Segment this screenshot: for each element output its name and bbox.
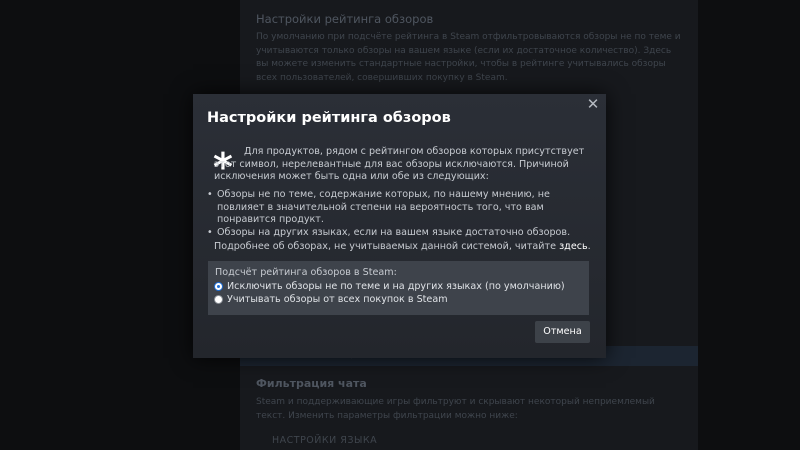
close-icon[interactable]: ✕ — [586, 96, 600, 112]
learn-more-suffix: . — [587, 241, 591, 252]
dialog-title: Настройки рейтинга обзоров — [207, 110, 451, 126]
list-item: • Обзоры не по теме, содержание которых,… — [207, 189, 599, 227]
option-label: Учитывать обзоры от всех покупок в Steam — [227, 294, 448, 305]
chat-filter-title: Фильтрация чата — [256, 377, 367, 390]
list-item-text: Обзоры на других языках, если на вашем я… — [217, 226, 571, 238]
review-score-settings-dialog: ✕ Настройки рейтинга обзоров * Для проду… — [193, 94, 606, 358]
list-item: • Обзоры на других языках, если на вашем… — [207, 227, 599, 240]
background-section-title: Настройки рейтинга обзоров — [256, 12, 434, 26]
option-include-all[interactable]: Учитывать обзоры от всех покупок в Steam — [214, 294, 448, 305]
dialog-intro-text: Для продуктов, рядом с рейтингом обзоров… — [214, 146, 585, 182]
language-settings-heading: НАСТРОЙКИ ЯЗЫКА — [272, 435, 378, 446]
list-item-text: Обзоры не по теме, содержание которых, п… — [217, 189, 550, 225]
learn-more-link[interactable]: здесь — [559, 241, 588, 252]
background-section-description: По умолчанию при подсчёте рейтинга в Ste… — [256, 32, 681, 83]
cancel-button[interactable]: Отмена — [535, 321, 590, 343]
option-exclude-offtopic[interactable]: Исключить обзоры не по теме и на других … — [214, 281, 565, 292]
options-label: Подсчёт рейтинга обзоров в Steam: — [215, 267, 397, 278]
review-score-options: Подсчёт рейтинга обзоров в Steam: Исключ… — [208, 261, 589, 315]
bullet-icon: • — [207, 189, 213, 200]
exclusion-reasons-list: • Обзоры не по теме, содержание которых,… — [207, 189, 599, 239]
radio-button-selected[interactable] — [214, 282, 223, 291]
learn-more-prefix: Подробнее об обзорах, не учитываемых дан… — [214, 241, 560, 252]
chat-filter-description: Steam и поддерживающие игры фильтруют и … — [256, 397, 655, 421]
learn-more-text: Подробнее об обзорах, не учитываемых дан… — [214, 241, 591, 252]
bullet-icon: • — [207, 226, 213, 238]
option-label: Исключить обзоры не по теме и на других … — [227, 281, 565, 292]
radio-button[interactable] — [214, 295, 223, 304]
